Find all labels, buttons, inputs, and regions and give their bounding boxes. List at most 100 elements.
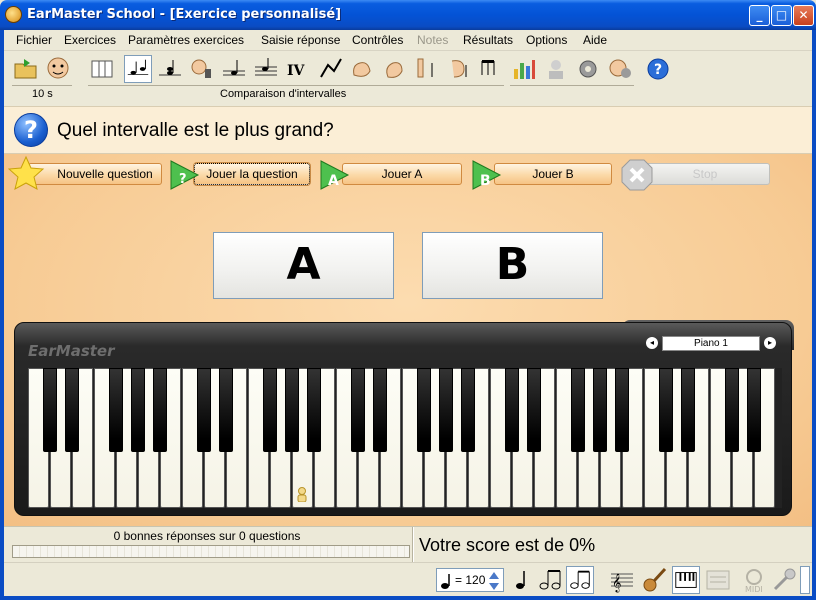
interval-comparison-icon[interactable] bbox=[124, 55, 152, 83]
middle-c-marker-icon bbox=[297, 487, 307, 502]
main-toolbar: IV ? 10 s Comparaison d'intervalles bbox=[4, 52, 812, 106]
title-bar[interactable]: EarMaster School - [Exercice personnalis… bbox=[0, 0, 816, 30]
answer-b-button[interactable]: B bbox=[422, 232, 603, 299]
menu-parametres-exercices[interactable]: Paramètres exercices bbox=[128, 33, 244, 47]
input-level-meter bbox=[800, 566, 810, 594]
piano-black-key[interactable] bbox=[373, 368, 387, 452]
piano-black-key[interactable] bbox=[263, 368, 277, 452]
piano-keys[interactable] bbox=[28, 368, 782, 508]
open-folder-icon[interactable] bbox=[12, 55, 40, 83]
play-b-button[interactable]: Jouer B bbox=[494, 163, 612, 185]
piano-black-key[interactable] bbox=[571, 368, 585, 452]
keyboard-brand: EarMaster bbox=[28, 342, 115, 360]
window-border-right bbox=[812, 30, 816, 600]
ear-settings-icon[interactable] bbox=[606, 55, 634, 83]
timer-label: 10 s bbox=[32, 88, 53, 100]
rhythm-dictation-icon[interactable] bbox=[476, 55, 504, 83]
rhythm-clap-icon[interactable] bbox=[348, 55, 376, 83]
chord-identification-icon[interactable] bbox=[156, 55, 184, 83]
piano-black-key[interactable] bbox=[461, 368, 475, 452]
piano-black-key[interactable] bbox=[725, 368, 739, 452]
eighth-notes-icon[interactable] bbox=[536, 566, 564, 594]
piano-black-key[interactable] bbox=[351, 368, 365, 452]
guitar-icon[interactable] bbox=[640, 566, 668, 594]
rhythm-reading-icon[interactable] bbox=[412, 55, 440, 83]
piano-black-key[interactable] bbox=[109, 368, 123, 452]
piano-black-key[interactable] bbox=[417, 368, 431, 452]
rhythm-imitation-icon[interactable] bbox=[380, 55, 408, 83]
menu-resultats[interactable]: Résultats bbox=[463, 33, 513, 47]
piano-black-key[interactable] bbox=[131, 368, 145, 452]
status-bar: 0 bonnes réponses sur 0 questions Votre … bbox=[4, 526, 812, 563]
score-progress-bar bbox=[12, 545, 410, 558]
new-question-button[interactable]: Nouvelle question bbox=[28, 163, 162, 185]
piano-black-key[interactable] bbox=[747, 368, 761, 452]
star-icon bbox=[8, 155, 45, 190]
close-button[interactable]: ✕ bbox=[793, 5, 814, 26]
piano-black-key[interactable] bbox=[527, 368, 541, 452]
menu-aide[interactable]: Aide bbox=[583, 33, 607, 47]
instrument-prev-button[interactable]: ◂ bbox=[646, 337, 658, 349]
melody-icon[interactable] bbox=[316, 55, 344, 83]
piano-black-key[interactable] bbox=[65, 368, 79, 452]
piano-black-key[interactable] bbox=[615, 368, 629, 452]
new-question-label: Nouvelle question bbox=[57, 167, 153, 181]
midi-icon[interactable]: MIDI bbox=[740, 566, 768, 594]
menu-exercices[interactable]: Exercices bbox=[64, 33, 116, 47]
piano-black-key[interactable] bbox=[153, 368, 167, 452]
interval-identification-icon[interactable] bbox=[88, 55, 116, 83]
toolbar-separator bbox=[88, 85, 504, 86]
chord-inversion-icon[interactable] bbox=[220, 55, 248, 83]
piano-black-key[interactable] bbox=[307, 368, 321, 452]
stop-button[interactable]: Stop bbox=[640, 163, 770, 185]
piano-black-key[interactable] bbox=[659, 368, 673, 452]
piano-black-key[interactable] bbox=[219, 368, 233, 452]
svg-text:IV: IV bbox=[287, 63, 306, 79]
quarter-note-icon bbox=[441, 574, 450, 589]
menu-notes[interactable]: Notes bbox=[417, 33, 448, 47]
statistics-chart-icon[interactable] bbox=[510, 55, 538, 83]
piano-black-key[interactable] bbox=[285, 368, 299, 452]
window-title: EarMaster School - [Exercice personnalis… bbox=[27, 7, 342, 22]
piano-black-key[interactable] bbox=[593, 368, 607, 452]
beamed-notes-icon[interactable] bbox=[566, 566, 594, 594]
play-a-label: Jouer A bbox=[381, 167, 423, 181]
svg-text:B: B bbox=[480, 173, 491, 189]
scale-identification-icon[interactable] bbox=[252, 55, 280, 83]
notes-panel-icon[interactable] bbox=[704, 566, 732, 594]
settings-gear-icon[interactable] bbox=[574, 55, 602, 83]
menu-controles[interactable]: Contrôles bbox=[352, 33, 403, 47]
single-note-icon[interactable] bbox=[508, 566, 536, 594]
instrument-next-button[interactable]: ▸ bbox=[764, 337, 776, 349]
tempo-value: = 120 bbox=[455, 573, 486, 587]
staff-notation-icon[interactable]: 𝄞 bbox=[608, 566, 636, 594]
instrument-selector[interactable]: Piano 1 bbox=[662, 336, 760, 351]
help-question-icon[interactable]: ? bbox=[644, 55, 672, 83]
microphone-icon[interactable] bbox=[770, 566, 798, 594]
piano-keyboard-icon[interactable] bbox=[672, 566, 700, 594]
piano-black-key[interactable] bbox=[505, 368, 519, 452]
maximize-button[interactable]: □ bbox=[771, 5, 792, 26]
piano-black-key[interactable] bbox=[43, 368, 57, 452]
play-a-icon: A bbox=[320, 160, 350, 190]
menu-options[interactable]: Options bbox=[526, 33, 567, 47]
piano-black-key[interactable] bbox=[681, 368, 695, 452]
earmaster-app-icon[interactable] bbox=[5, 6, 22, 23]
play-question-label: Jouer la question bbox=[206, 167, 298, 181]
answer-a-button[interactable]: A bbox=[213, 232, 394, 299]
svg-text:MIDI: MIDI bbox=[745, 585, 763, 594]
user-profile-icon[interactable] bbox=[44, 55, 72, 83]
minimize-button[interactable]: _ bbox=[749, 5, 770, 26]
menu-fichier[interactable]: Fichier bbox=[16, 33, 52, 47]
teacher-icon[interactable] bbox=[542, 55, 570, 83]
tempo-spinner-icon[interactable] bbox=[488, 571, 500, 591]
svg-text:𝄞: 𝄞 bbox=[612, 573, 621, 593]
menu-saisie-reponse[interactable]: Saisie réponse bbox=[261, 33, 340, 47]
sight-singing-icon[interactable] bbox=[444, 55, 472, 83]
sing-interval-icon[interactable] bbox=[188, 55, 216, 83]
chord-progression-icon[interactable]: IV bbox=[284, 55, 312, 83]
play-a-button[interactable]: Jouer A bbox=[342, 163, 462, 185]
piano-black-key[interactable] bbox=[197, 368, 211, 452]
play-question-button[interactable]: Jouer la question bbox=[193, 162, 311, 186]
piano-black-key[interactable] bbox=[439, 368, 453, 452]
